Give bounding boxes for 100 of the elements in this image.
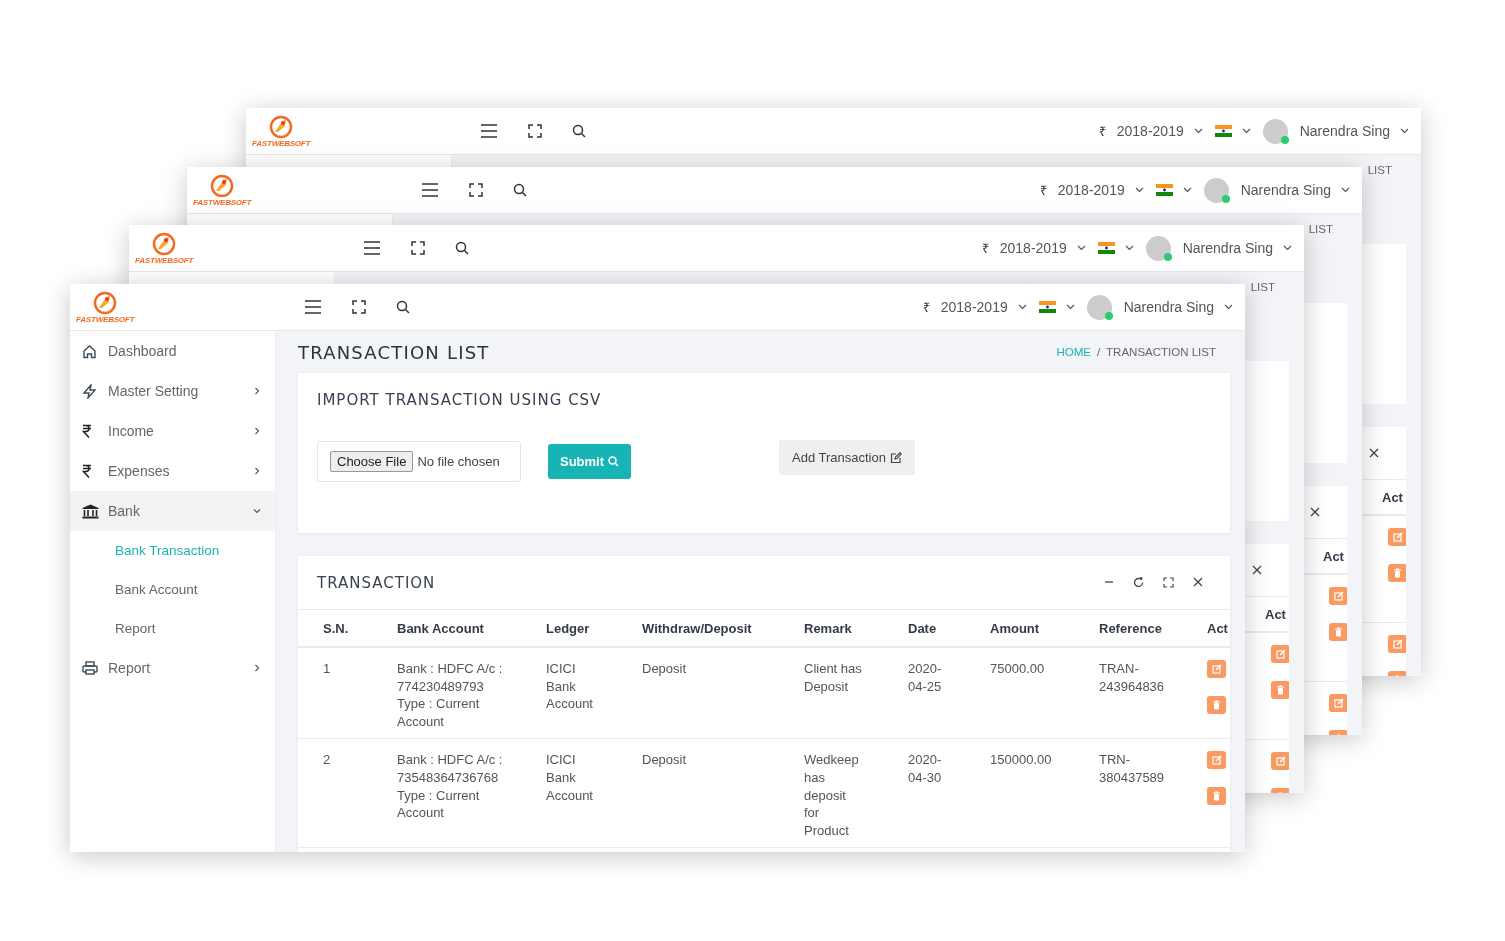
table-cell-text: 2020-04-30 (908, 751, 943, 787)
rupee-icon (82, 424, 92, 438)
bank-icon (82, 503, 99, 519)
edit-icon (1333, 698, 1344, 708)
file-input[interactable]: Choose File No file chosen (317, 441, 521, 482)
brand-name: FASTWEBSOFT (135, 255, 194, 265)
breadcrumb-current: LIST (1308, 223, 1333, 235)
flag-icon (1038, 301, 1056, 313)
year-selector[interactable]: ₹ 2018-2019 (1039, 181, 1144, 199)
year-selector[interactable]: ₹ 2018-2019 (981, 239, 1086, 257)
breadcrumb-current: TRANSACTION LIST (1106, 346, 1216, 358)
flag-icon (1155, 184, 1173, 196)
menu-icon[interactable] (363, 241, 381, 255)
edit-icon (1211, 755, 1222, 766)
fullscreen-icon[interactable] (1163, 577, 1174, 588)
sidebar-item[interactable]: Bank (70, 491, 275, 531)
chevron-down-icon (1400, 128, 1409, 134)
edit-icon (1211, 664, 1222, 674)
menu-icon[interactable] (304, 300, 322, 314)
table-cell-text: Bank : HDFC A/c : 73548364736768 Type : Current Account (397, 751, 504, 822)
edit-icon (889, 451, 902, 464)
brand-name: FASTWEBSOFT (193, 197, 252, 207)
trash-icon (1212, 700, 1221, 710)
trash-icon (1276, 685, 1285, 695)
chevron-down-icon (1065, 304, 1075, 310)
search-icon (608, 456, 620, 467)
fullscreen-icon[interactable] (352, 300, 366, 314)
add-transaction-button[interactable]: Add Transaction (779, 440, 915, 475)
rupee-icon (82, 464, 92, 478)
edit-icon (1392, 532, 1403, 542)
chevron-down-icon (1124, 245, 1134, 251)
close-icon[interactable] (1252, 565, 1262, 575)
table-cell: Client has Deposit (804, 660, 862, 696)
table-cell-text: TRAN-243964836 (1099, 660, 1166, 696)
chevron-down-icon (1134, 187, 1144, 193)
chevron-down-icon (1017, 304, 1027, 310)
search-icon[interactable] (455, 241, 469, 255)
column-header: Act (1207, 620, 1228, 636)
flag-icon (1214, 125, 1232, 137)
breadcrumb-current: LIST (1367, 164, 1392, 176)
brand-name: FASTWEBSOFT (252, 138, 311, 148)
chevron-down-icon (1182, 187, 1192, 193)
table-cell: 150000.00 (990, 752, 1052, 768)
year-selector[interactable]: ₹ 2018-2019 (1098, 122, 1203, 140)
chevron-down-icon (1224, 304, 1233, 310)
search-icon[interactable] (513, 183, 527, 197)
brand-name: FASTWEBSOFT (76, 314, 135, 324)
menu-icon[interactable] (421, 183, 439, 197)
chevron-down-icon (1241, 128, 1251, 134)
printer-icon (82, 661, 98, 675)
table-cell-text: Wedkeep has deposit for Product (804, 751, 860, 840)
trash-icon (1212, 791, 1221, 802)
chevron-down-icon (1283, 245, 1292, 251)
language-selector[interactable] (1155, 184, 1192, 196)
edit-icon (1275, 756, 1286, 766)
column-header: Remark (804, 620, 852, 636)
year-selector[interactable]: ₹ 2018-2019 (922, 298, 1027, 316)
close-icon[interactable] (1310, 507, 1320, 517)
chevron-down-icon (1193, 128, 1203, 134)
column-header: Bank Account (397, 620, 484, 636)
language-selector[interactable] (1097, 242, 1134, 254)
column-header: Withdraw/Deposit (642, 620, 752, 636)
column-header: Amount (990, 620, 1040, 636)
table-cell-text: Bank : HDFC A/c : 774230489793 Type : Current Account (397, 660, 504, 731)
table-cell-text: TRN-380437589 (1099, 751, 1166, 787)
language-selector[interactable] (1214, 125, 1251, 137)
search-icon[interactable] (396, 300, 410, 314)
close-icon[interactable] (1369, 448, 1379, 458)
close-icon[interactable] (1193, 577, 1203, 588)
flag-icon (1097, 242, 1115, 254)
menu-icon[interactable] (480, 124, 498, 138)
search-icon[interactable] (572, 124, 586, 138)
table-cell: Deposit (642, 661, 687, 676)
user-menu[interactable]: Narendra Sing (1203, 177, 1350, 203)
user-menu[interactable]: Narendra Sing (1145, 235, 1292, 261)
column-header: Date (908, 620, 937, 636)
table-cell: 2 (323, 752, 331, 768)
trash-icon (1393, 568, 1402, 578)
fullscreen-icon[interactable] (528, 124, 542, 138)
user-menu[interactable]: Narendra Sing (1262, 118, 1409, 144)
column-header: S.N. (323, 620, 349, 636)
refresh-icon[interactable] (1133, 577, 1144, 588)
page-title: TRANSACTION LIST (298, 341, 490, 363)
column-header: Reference (1099, 620, 1162, 636)
breadcrumb-current: LIST (1250, 281, 1275, 293)
user-menu[interactable]: Narendra Sing (1086, 294, 1233, 320)
edit-icon (1392, 639, 1403, 649)
fullscreen-icon[interactable] (469, 183, 483, 197)
breadcrumb-separator: / (1096, 346, 1101, 358)
language-selector[interactable] (1038, 301, 1075, 313)
chevron-down-icon (1341, 187, 1350, 193)
edit-icon (1275, 649, 1286, 659)
table-cell: Deposit (642, 752, 687, 768)
card-title: TRANSACTION (317, 573, 436, 592)
column-header: Ledger (546, 620, 590, 636)
table-cell-text: ICICI Bank Account (546, 660, 594, 713)
edit-icon (1333, 591, 1344, 601)
bolt-icon (82, 383, 97, 399)
table-cell-text: ICICI Bank Account (546, 751, 594, 805)
fullscreen-icon[interactable] (411, 241, 425, 255)
